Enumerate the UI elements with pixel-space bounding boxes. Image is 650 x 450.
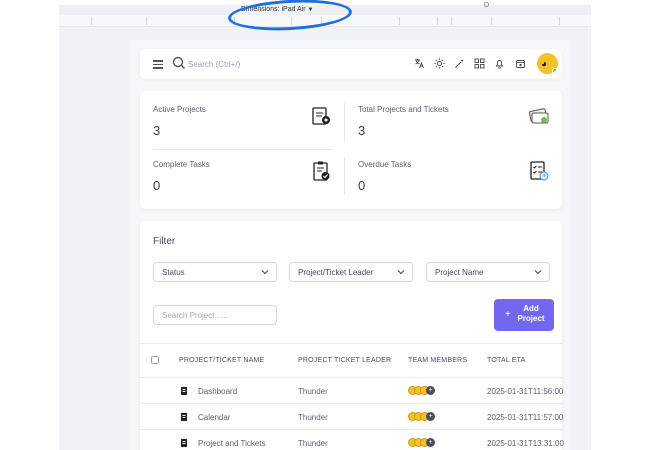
file-icon <box>181 387 187 395</box>
project-name-cell[interactable]: Project and Tickets <box>198 439 266 448</box>
more-members-icon[interactable]: + <box>426 386 435 395</box>
add-project-button[interactable]: + Add Project <box>494 299 554 331</box>
tickets-icon <box>528 108 549 124</box>
search-icon[interactable] <box>172 56 186 70</box>
stat-value: 0 <box>153 178 161 193</box>
stat-label: Active Projects <box>153 105 206 114</box>
add-project-label: Add Project <box>517 304 545 323</box>
devtools-device-bar: Dimensions: iPad Air ▼ D <box>59 2 591 15</box>
project-search-input[interactable] <box>153 305 277 325</box>
project-name-cell[interactable]: Calendar <box>198 413 230 422</box>
table-row[interactable]: Project and Tickets Thunder + 2025-01-31… <box>140 429 564 450</box>
chevron-down-icon <box>534 270 542 275</box>
grid-icon[interactable] <box>473 57 485 69</box>
project-name-cell[interactable]: Dashboard <box>198 387 237 396</box>
stat-overdue-tasks: Overdue Tasks 0 <box>358 160 538 210</box>
user-avatar[interactable]: ◕ <box>537 53 558 74</box>
column-header[interactable]: TOTAL ETA <box>487 357 526 364</box>
status-select-value: Status <box>162 268 185 277</box>
stat-value: 0 <box>358 178 366 193</box>
stat-label: Total Projects and Tickets <box>358 105 449 114</box>
stat-label: Complete Tasks <box>153 160 210 169</box>
column-header[interactable]: TEAM MEMBERS <box>408 357 467 364</box>
select-all-checkbox[interactable] <box>151 356 159 364</box>
caret-down-icon: ▼ <box>307 7 314 13</box>
table-row[interactable]: Calendar Thunder + 2025-01-31T11:57:00 <box>140 403 564 429</box>
stat-active-projects: Active Projects 3 <box>153 105 333 155</box>
calendar-icon[interactable] <box>514 57 526 69</box>
eta-cell: 2025-01-31T13:31:00 <box>487 439 564 448</box>
stat-total-projects-tickets: Total Projects and Tickets 3 <box>358 105 538 155</box>
devtools-ruler <box>59 15 591 27</box>
chevron-down-icon <box>261 270 269 275</box>
stats-card: Active Projects 3 Total Projects and Tic… <box>140 91 562 209</box>
device-dimensions-dropdown[interactable]: Dimensions: iPad Air ▼ <box>241 6 314 13</box>
stat-complete-tasks: Complete Tasks 0 <box>153 160 333 210</box>
table-row[interactable]: Dashboard Thunder + 2025-01-31T11:56:00 <box>140 377 564 403</box>
sun-icon[interactable] <box>433 57 445 69</box>
table-header: PROJECT/TICKET NAME PROJECT TICKET LEADE… <box>140 343 562 377</box>
more-members-icon[interactable]: + <box>426 412 435 421</box>
team-members-cell: + <box>408 386 442 396</box>
team-members-cell: + <box>408 412 442 422</box>
divider <box>344 157 345 195</box>
plus-icon: + <box>505 309 511 320</box>
avatar-face-icon: ◕ <box>541 59 548 70</box>
stat-label: Overdue Tasks <box>358 160 412 169</box>
devtools-extra-label: D <box>484 2 490 9</box>
online-status-dot <box>552 68 558 74</box>
leader-cell: Thunder <box>298 387 328 396</box>
eta-cell: 2025-01-31T11:57:00 <box>487 413 564 422</box>
filter-card: Filter Status Project/Ticket Leader Proj… <box>140 221 564 450</box>
team-members-cell: + <box>408 438 442 448</box>
clipboard-check-icon <box>313 161 330 181</box>
clipboard-gear-icon <box>312 107 330 125</box>
top-navbar: ◕ <box>140 49 562 79</box>
leader-select[interactable]: Project/Ticket Leader <box>289 262 413 282</box>
leader-cell: Thunder <box>298 439 328 448</box>
stat-value: 3 <box>358 123 366 138</box>
project-name-select[interactable]: Project Name <box>426 262 550 282</box>
chevron-down-icon <box>397 270 405 275</box>
magic-wand-icon[interactable] <box>453 57 465 69</box>
project-name-select-value: Project Name <box>435 268 484 277</box>
dimensions-label: Dimensions: iPad Air <box>241 6 306 13</box>
column-header[interactable]: PROJECT/TICKET NAME <box>179 357 264 364</box>
status-select[interactable]: Status <box>153 262 277 282</box>
column-header[interactable]: PROJECT TICKET LEADER <box>298 357 391 364</box>
file-icon <box>181 439 187 447</box>
leader-cell: Thunder <box>298 413 328 422</box>
divider <box>344 103 345 143</box>
bell-icon[interactable] <box>493 57 505 69</box>
checklist-clock-icon <box>530 161 549 181</box>
menu-icon[interactable] <box>153 58 163 70</box>
filter-title: Filter <box>153 236 176 247</box>
leader-select-value: Project/Ticket Leader <box>298 268 374 277</box>
translate-icon[interactable] <box>413 57 425 69</box>
global-search-input[interactable] <box>188 56 308 72</box>
device-viewport: ◕ Active Projects 3 Total Projects and T… <box>131 40 571 450</box>
eta-cell: 2025-01-31T11:56:00 <box>487 387 564 396</box>
stat-value: 3 <box>153 123 161 138</box>
more-members-icon[interactable]: + <box>426 438 435 447</box>
file-icon <box>181 413 187 421</box>
